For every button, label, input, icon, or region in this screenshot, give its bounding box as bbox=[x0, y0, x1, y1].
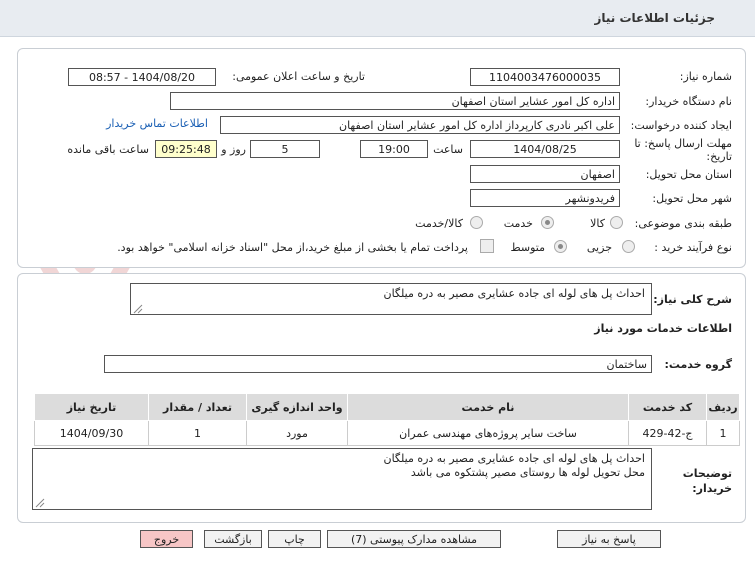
cell-service-name: ساخت سایر پروژه‌های مهندسی عمران bbox=[347, 420, 629, 446]
summary-label: شرح کلی نیاز: bbox=[653, 293, 732, 306]
reply-button[interactable]: پاسخ به نیاز bbox=[557, 530, 661, 548]
col-quantity: تعداد / مقدار bbox=[148, 393, 247, 421]
cell-quantity: 1 bbox=[148, 420, 247, 446]
deadline-time-field: 19:00 bbox=[360, 140, 428, 158]
process-option-minor: جزیی bbox=[586, 241, 612, 254]
deadline-date-field: 1404/08/25 bbox=[470, 140, 620, 158]
need-number-label: شماره نیاز: bbox=[679, 70, 732, 83]
days-field: 5 bbox=[250, 140, 320, 158]
cell-service-code: ج-42-429 bbox=[628, 420, 707, 446]
city-field: فریدونشهر bbox=[470, 189, 620, 207]
category-option-service: خدمت bbox=[503, 217, 533, 230]
creator-label: ایجاد کننده درخواست: bbox=[630, 119, 732, 132]
buyer-org-label: نام دستگاه خریدار: bbox=[645, 95, 732, 108]
col-need-date: تاریخ نیاز bbox=[34, 393, 149, 421]
category-option-goods: کالا bbox=[590, 217, 605, 230]
col-service-name: نام خدمت bbox=[347, 393, 629, 421]
summary-field: احداث پل های لوله ای جاده عشایری مصیر به… bbox=[130, 283, 652, 315]
summary-resize-handle[interactable] bbox=[133, 304, 143, 314]
category-option-goods-service: کالا/خدمت bbox=[415, 217, 463, 230]
services-table: ردیف کد خدمت نام خدمت واحد اندازه گیری ت… bbox=[34, 393, 740, 446]
col-row: ردیف bbox=[706, 393, 740, 421]
deadline-time-label: ساعت bbox=[433, 143, 463, 156]
province-field: اصفهان bbox=[470, 165, 620, 183]
treasury-checkbox[interactable] bbox=[480, 239, 494, 253]
cell-unit: مورد bbox=[246, 420, 348, 446]
remaining-time-field: 09:25:48 bbox=[155, 140, 217, 158]
city-label: شهر محل تحویل: bbox=[652, 192, 732, 205]
buyer-notes-field: احداث پل های لوله ای جاده عشایری مصیر به… bbox=[32, 448, 652, 510]
process-option-medium: متوسط bbox=[510, 241, 545, 254]
announce-label: تاریخ و ساعت اعلان عمومی: bbox=[232, 70, 365, 83]
service-group-label: گروه خدمت: bbox=[664, 358, 732, 371]
days-label: روز و bbox=[221, 143, 246, 156]
notes-resize-handle[interactable] bbox=[35, 498, 45, 508]
need-number-field: 1104003476000035 bbox=[470, 68, 620, 86]
announce-field: 1404/08/20 - 08:57 bbox=[68, 68, 216, 86]
service-group-field: ساختمان bbox=[104, 355, 652, 373]
table-row: 1 ج-42-429 ساخت سایر پروژه‌های مهندسی عم… bbox=[34, 420, 740, 446]
buyer-org-field: اداره کل امور عشایر استان اصفهان bbox=[170, 92, 620, 110]
back-button[interactable]: بازگشت bbox=[204, 530, 262, 548]
payment-note: پرداخت تمام یا بخشی از مبلغ خرید،از محل … bbox=[117, 241, 468, 254]
attachments-button[interactable]: مشاهده مدارک پیوستی (7) bbox=[327, 530, 501, 548]
category-label: طبقه بندی موضوعی: bbox=[634, 217, 732, 230]
cell-row: 1 bbox=[706, 420, 740, 446]
col-unit: واحد اندازه گیری bbox=[246, 393, 348, 421]
print-button[interactable]: چاپ bbox=[268, 530, 321, 548]
creator-field: علی اکبر نادری کارپرداز اداره کل امور عش… bbox=[220, 116, 620, 134]
category-radio-goods-service[interactable] bbox=[470, 216, 483, 229]
province-label: استان محل تحویل: bbox=[645, 168, 732, 181]
category-radio-goods[interactable] bbox=[610, 216, 623, 229]
page-title: جزئیات اطلاعات نیاز bbox=[594, 11, 715, 25]
process-radio-medium[interactable] bbox=[554, 240, 567, 253]
title-bar: جزئیات اطلاعات نیاز bbox=[0, 0, 755, 37]
table-header-row: ردیف کد خدمت نام خدمت واحد اندازه گیری ت… bbox=[34, 393, 740, 421]
contact-buyer-link[interactable]: اطلاعات تماس خریدار bbox=[106, 117, 208, 130]
exit-button[interactable]: خروج bbox=[140, 530, 193, 548]
category-radio-service[interactable] bbox=[541, 216, 554, 229]
col-service-code: کد خدمت bbox=[628, 393, 707, 421]
deadline-label: مهلت ارسال پاسخ: تا تاریخ: bbox=[634, 137, 732, 163]
services-section-title: اطلاعات خدمات مورد نیاز bbox=[594, 322, 732, 335]
buyer-notes-label: توضیحات خریدار: bbox=[682, 467, 732, 495]
process-radio-minor[interactable] bbox=[622, 240, 635, 253]
remaining-label: ساعت باقی مانده bbox=[67, 143, 149, 156]
process-label: نوع فرآیند خرید : bbox=[654, 241, 732, 254]
cell-need-date: 1404/09/30 bbox=[34, 420, 149, 446]
